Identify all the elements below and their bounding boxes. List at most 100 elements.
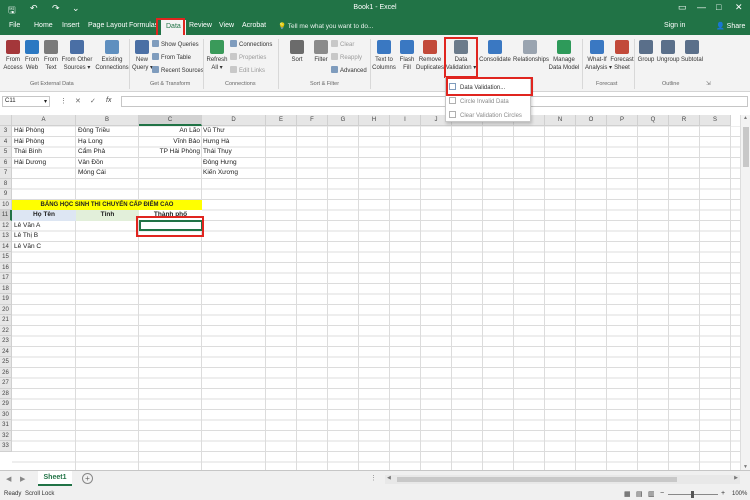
properties-button[interactable]: Properties	[230, 53, 266, 61]
zoom-out-icon[interactable]: −	[660, 490, 664, 497]
tab-page-layout[interactable]: Page Layout	[88, 22, 127, 29]
row-header-33[interactable]: 33	[0, 441, 12, 452]
column-header-c[interactable]: C	[139, 115, 202, 126]
row-header-23[interactable]: 23	[0, 336, 12, 347]
name-box[interactable]: C11 ▾	[2, 96, 50, 107]
tab-file[interactable]: File	[9, 22, 20, 29]
header-tinh[interactable]: Tỉnh	[76, 210, 139, 221]
tab-formulas[interactable]: Formulas	[129, 22, 158, 29]
row-header-24[interactable]: 24	[0, 346, 12, 357]
ungroup-button[interactable]: Ungroup	[656, 39, 680, 64]
existing-connections-button[interactable]: Existing Connections	[95, 39, 129, 72]
row-header-4[interactable]: 4	[0, 136, 12, 147]
row-header-32[interactable]: 32	[0, 430, 12, 441]
cell-a11[interactable]: Lê Văn A	[12, 221, 76, 232]
cell-b6[interactable]: Vân Đồn	[76, 158, 139, 169]
sign-in-link[interactable]: Sign in	[664, 22, 685, 29]
cell-a3[interactable]: Hải Phòng	[12, 126, 76, 137]
from-text-button[interactable]: From Text	[42, 39, 60, 72]
tab-review[interactable]: Review	[189, 22, 212, 29]
column-header-s[interactable]: S	[700, 115, 731, 126]
close-icon[interactable]: ✕	[735, 2, 743, 13]
row-header-18[interactable]: 18	[0, 283, 12, 294]
cell-a13[interactable]: Lê Văn C	[12, 242, 76, 253]
column-header-e[interactable]: E	[266, 115, 297, 126]
new-query-button[interactable]: New Query ▾	[132, 39, 153, 72]
edit-links-button[interactable]: Edit Links	[230, 66, 265, 74]
scroll-up-icon[interactable]: ▲	[743, 115, 748, 121]
cell-b5[interactable]: Cẩm Phả	[76, 147, 139, 158]
clear-filter-button[interactable]: Clear	[331, 40, 354, 48]
zoom-in-icon[interactable]: +	[721, 490, 725, 497]
scroll-left-icon[interactable]: ◀	[387, 475, 391, 481]
recent-sources-button[interactable]: Recent Sources	[152, 66, 204, 74]
column-header-a[interactable]: A	[12, 115, 76, 126]
row-header-17[interactable]: 17	[0, 273, 12, 284]
row-header-19[interactable]: 19	[0, 294, 12, 305]
cell-d6[interactable]: Đông Hưng	[202, 158, 266, 169]
tab-home[interactable]: Home	[34, 22, 53, 29]
flash-fill-button[interactable]: Flash Fill	[398, 39, 416, 72]
from-table-button[interactable]: From Table	[152, 53, 191, 61]
zoom-slider-thumb[interactable]	[691, 491, 694, 498]
column-header-p[interactable]: P	[607, 115, 638, 126]
formula-input[interactable]	[121, 96, 748, 107]
insert-function-icon[interactable]: fx	[106, 97, 111, 104]
cell-d3[interactable]: Vũ Thư	[202, 126, 266, 137]
column-header-b[interactable]: B	[76, 115, 139, 126]
row-header-6[interactable]: 6	[0, 157, 12, 168]
sheet-split-handle[interactable]: ⋮	[370, 474, 377, 482]
row-header-7[interactable]: 7	[0, 168, 12, 179]
horizontal-scrollbar[interactable]: ◀ ▶	[385, 475, 740, 484]
row-header-5[interactable]: 5	[0, 147, 12, 158]
scroll-tab-left-icon[interactable]: ◀	[6, 475, 11, 483]
subtotal-button[interactable]: Subtotal	[680, 39, 704, 64]
advanced-filter-button[interactable]: Advanced	[331, 66, 367, 74]
remove-duplicates-button[interactable]: Remove Duplicates	[416, 39, 444, 72]
row-header-21[interactable]: 21	[0, 315, 12, 326]
column-header-h[interactable]: H	[359, 115, 390, 126]
cell-a12[interactable]: Lê Thị B	[12, 231, 76, 242]
row-header-31[interactable]: 31	[0, 420, 12, 431]
row-header-10[interactable]: 10	[0, 199, 12, 210]
row-header-26[interactable]: 26	[0, 367, 12, 378]
row-header-29[interactable]: 29	[0, 399, 12, 410]
select-all-corner[interactable]	[0, 115, 12, 126]
row-header-30[interactable]: 30	[0, 409, 12, 420]
row-header-13[interactable]: 13	[0, 231, 12, 242]
page-layout-view-icon[interactable]: ▤	[636, 490, 643, 498]
cell-d7[interactable]: Kiến Xương	[202, 168, 266, 179]
row-header-8[interactable]: 8	[0, 178, 12, 189]
cancel-icon[interactable]: ✕	[75, 97, 81, 105]
add-sheet-icon[interactable]: +	[82, 473, 93, 484]
cell-b7[interactable]: Móng Cái	[76, 168, 139, 179]
row-header-12[interactable]: 12	[0, 220, 12, 231]
from-other-sources-button[interactable]: From Other Sources ▾	[60, 39, 94, 72]
ribbon-options-icon[interactable]: ▭	[678, 2, 687, 13]
cell-b3[interactable]: Đông Triều	[76, 126, 139, 137]
row-header-15[interactable]: 15	[0, 252, 12, 263]
cell-d5[interactable]: Thái Thụy	[202, 147, 266, 158]
tab-acrobat[interactable]: Acrobat	[242, 22, 266, 29]
tab-view[interactable]: View	[219, 22, 234, 29]
column-header-d[interactable]: D	[202, 115, 266, 126]
filter-button[interactable]: Filter	[311, 39, 331, 64]
row-header-16[interactable]: 16	[0, 262, 12, 273]
relationships-button[interactable]: Relationships	[513, 39, 549, 64]
enter-icon[interactable]: ✓	[90, 97, 96, 105]
consolidate-button[interactable]: Consolidate	[479, 39, 511, 64]
cell-a5[interactable]: Thái Bình	[12, 147, 76, 158]
row-header-14[interactable]: 14	[0, 241, 12, 252]
row-header-3[interactable]: 3	[0, 126, 12, 137]
cell-c4[interactable]: Vĩnh Bảo	[139, 137, 202, 148]
column-header-n[interactable]: N	[545, 115, 576, 126]
table-title[interactable]: BẢNG HỌC SINH THI CHUYỂN CẤP ĐIỂM CAO	[12, 199, 202, 210]
cell-a6[interactable]: Hải Dương	[12, 158, 76, 169]
cell-d4[interactable]: Hưng Hà	[202, 137, 266, 148]
row-header-22[interactable]: 22	[0, 325, 12, 336]
text-to-columns-button[interactable]: Text to Columns	[371, 39, 397, 72]
show-queries-button[interactable]: Show Queries	[152, 40, 199, 48]
horizontal-scrollbar-thumb[interactable]	[397, 477, 677, 482]
minimize-icon[interactable]: —	[697, 2, 706, 12]
column-header-o[interactable]: O	[576, 115, 607, 126]
